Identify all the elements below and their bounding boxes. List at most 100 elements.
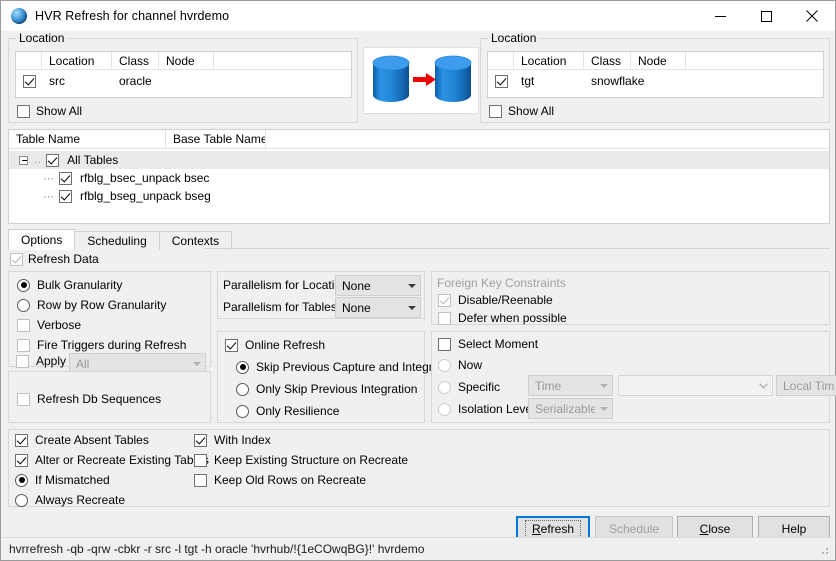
defer-when-possible-checkbox[interactable] — [438, 311, 451, 325]
if-mismatched-radio[interactable] — [15, 473, 28, 487]
tree-row-table-2[interactable]: ⋯ rfblg_bseg_unpack bseg — [9, 187, 829, 205]
window-controls — [697, 1, 835, 31]
keep-old-rows-checkbox[interactable] — [194, 473, 207, 487]
tables-col-table-name[interactable]: Table Name — [9, 130, 166, 148]
bulk-granularity-option[interactable]: Bulk Granularity — [17, 278, 122, 292]
collapse-expand-icon[interactable] — [19, 155, 28, 165]
target-location-grid[interactable]: Location Class Node tgt snowflake — [487, 51, 824, 98]
create-absent-tables-option[interactable]: Create Absent Tables — [15, 433, 149, 447]
keep-old-rows-option[interactable]: Keep Old Rows on Recreate — [194, 473, 366, 487]
alter-recreate-option[interactable]: Alter or Recreate Existing Tables — [15, 453, 209, 467]
refresh-data-option[interactable]: Refresh Data — [10, 252, 99, 266]
only-resilience-option[interactable]: Only Resilience — [236, 404, 339, 418]
chevron-down-icon — [403, 305, 420, 310]
keep-structure-option[interactable]: Keep Existing Structure on Recreate — [194, 453, 408, 467]
target-location-group: Location Location Class Node tgt snowfla… — [480, 31, 830, 123]
disable-reenable-option[interactable]: Disable/Reenable — [438, 293, 553, 307]
chevron-down-icon[interactable] — [755, 382, 772, 389]
close-button[interactable] — [789, 1, 835, 31]
tables-col-base-table-name[interactable]: Base Table Name — [166, 130, 266, 148]
skip-previous-capture-radio[interactable] — [236, 360, 249, 374]
moment-now-option[interactable]: Now — [438, 358, 482, 372]
fire-triggers-option[interactable]: Fire Triggers during Refresh — [17, 338, 186, 352]
source-location-row[interactable]: src oracle — [16, 70, 351, 92]
isolation-level-option[interactable]: Isolation Level — [438, 402, 535, 416]
target-row-checkbox[interactable] — [494, 74, 508, 88]
always-recreate-radio[interactable] — [15, 493, 28, 507]
row-by-row-granularity-option[interactable]: Row by Row Granularity — [17, 298, 166, 312]
foreign-key-constraints-group: Foreign Key Constraints Disable/Reenable… — [431, 271, 830, 325]
select-moment-option[interactable]: Select Moment — [438, 337, 538, 351]
keep-structure-checkbox[interactable] — [194, 453, 207, 467]
source-col-location[interactable]: Location — [42, 52, 112, 69]
refresh-data-checkbox[interactable] — [10, 252, 23, 266]
bulk-granularity-radio[interactable] — [17, 278, 30, 292]
parallelism-tables-dropdown[interactable]: None — [335, 297, 421, 318]
apply-option[interactable]: Apply — [16, 354, 66, 368]
defer-when-possible-option[interactable]: Defer when possible — [438, 311, 567, 325]
source-show-all-checkbox[interactable] — [17, 104, 30, 118]
table-2-label: rfblg_bseg_unpack bseg — [80, 189, 211, 203]
only-resilience-radio[interactable] — [236, 404, 249, 418]
tab-scheduling[interactable]: Scheduling — [74, 231, 160, 250]
if-mismatched-option[interactable]: If Mismatched — [15, 473, 110, 487]
target-show-all[interactable]: Show All — [489, 104, 554, 118]
source-row-checkbox[interactable] — [22, 74, 36, 88]
verbose-checkbox[interactable] — [17, 318, 30, 332]
only-skip-previous-integration-option[interactable]: Only Skip Previous Integration — [236, 382, 417, 396]
isolation-level-dropdown[interactable]: Serializable — [528, 398, 613, 419]
moment-specific-radio[interactable] — [438, 380, 451, 394]
parallelism-tables-value: None — [342, 300, 371, 315]
parallelism-locations-dropdown[interactable]: None — [335, 275, 421, 296]
with-index-option[interactable]: With Index — [194, 433, 271, 447]
timezone-dropdown[interactable]: Local Time — [776, 375, 836, 396]
moment-value-input[interactable] — [618, 375, 773, 396]
status-command-text: hvrrefresh -qb -qrw -cbkr -r src -l tgt … — [9, 541, 425, 556]
refresh-db-sequences-checkbox[interactable] — [17, 392, 30, 406]
alter-recreate-checkbox[interactable] — [15, 453, 28, 467]
tables-col-filler — [266, 130, 829, 148]
moment-specific-option[interactable]: Specific — [438, 380, 500, 394]
tree-row-table-1[interactable]: ⋯ rfblg_bsec_unpack bsec — [9, 169, 829, 187]
status-bar: hvrrefresh -qb -qrw -cbkr -r src -l tgt … — [2, 537, 834, 559]
all-tables-checkbox[interactable] — [46, 153, 60, 167]
arrow-right-icon — [413, 72, 436, 86]
source-col-node[interactable]: Node — [159, 52, 214, 69]
isolation-level-radio[interactable] — [438, 402, 451, 416]
minimize-button[interactable] — [697, 1, 743, 31]
apply-checkbox[interactable] — [16, 354, 29, 368]
select-moment-group: Select Moment Now Specific Time Local Ti… — [431, 331, 836, 423]
source-col-class[interactable]: Class — [112, 52, 159, 69]
refresh-db-sequences-option[interactable]: Refresh Db Sequences — [17, 392, 161, 406]
target-location-row[interactable]: tgt snowflake — [488, 70, 823, 92]
tree-row-all-tables[interactable]: .. All Tables — [9, 151, 829, 169]
select-moment-checkbox[interactable] — [438, 337, 451, 351]
tab-options[interactable]: Options — [8, 229, 76, 250]
target-col-node[interactable]: Node — [631, 52, 686, 69]
with-index-checkbox[interactable] — [194, 433, 207, 447]
source-location-grid[interactable]: Location Class Node src oracle — [15, 51, 352, 98]
disable-reenable-checkbox[interactable] — [438, 293, 451, 307]
moment-type-dropdown[interactable]: Time — [528, 375, 613, 396]
target-show-all-checkbox[interactable] — [489, 104, 502, 118]
moment-now-radio[interactable] — [438, 358, 451, 372]
resize-gripper-icon[interactable] — [818, 544, 830, 556]
table-2-checkbox[interactable] — [59, 189, 72, 203]
table-1-checkbox[interactable] — [59, 171, 72, 185]
online-refresh-option[interactable]: Online Refresh — [225, 338, 325, 352]
target-col-location[interactable]: Location — [514, 52, 584, 69]
online-refresh-checkbox[interactable] — [225, 338, 238, 352]
skip-previous-capture-option[interactable]: Skip Previous Capture and Integration — [236, 360, 459, 374]
source-location-grid-header: Location Class Node — [16, 52, 351, 70]
maximize-button[interactable] — [743, 1, 789, 31]
always-recreate-option[interactable]: Always Recreate — [15, 493, 125, 507]
only-skip-previous-integration-radio[interactable] — [236, 382, 249, 396]
target-col-class[interactable]: Class — [584, 52, 631, 69]
fire-triggers-checkbox[interactable] — [17, 338, 30, 352]
source-show-all[interactable]: Show All — [17, 104, 82, 118]
verbose-option[interactable]: Verbose — [17, 318, 81, 332]
create-absent-tables-checkbox[interactable] — [15, 433, 28, 447]
row-by-row-granularity-radio[interactable] — [17, 298, 30, 312]
tables-grid[interactable]: Table Name Base Table Name .. All Tables… — [8, 129, 830, 224]
target-col-check — [488, 52, 514, 69]
